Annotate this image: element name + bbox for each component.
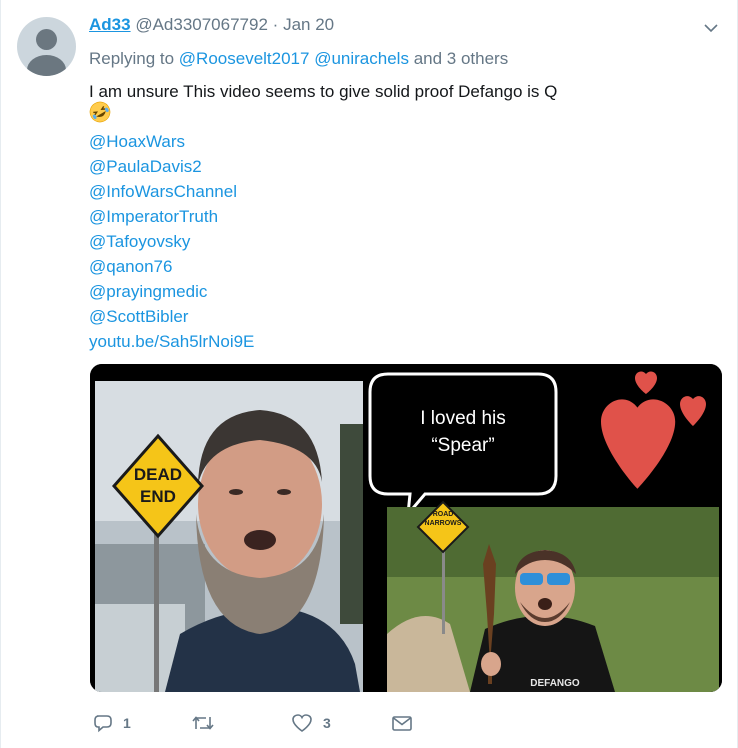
mention-link[interactable]: @Tafoyovsky: [89, 229, 254, 254]
reply-mention-1[interactable]: @Roosevelt2017: [179, 49, 310, 68]
tweet-actions: 1 3: [89, 708, 429, 738]
dead-end-sign-line1: DEAD: [134, 465, 182, 484]
separator-dot: ·: [272, 15, 279, 34]
left-video-frame: [95, 381, 363, 692]
road-narrows-line2: NARROWS: [425, 520, 462, 527]
avatar-default-head: [36, 29, 57, 50]
video-thumbnail-image: DEAD END I loved his “Spear” ROAD NARROW…: [90, 364, 722, 692]
reply-icon: [94, 715, 112, 733]
mention-link[interactable]: @prayingmedic: [89, 279, 254, 304]
retweet-button[interactable]: [191, 708, 225, 738]
avatar-default-body: [27, 55, 66, 76]
video-thumbnail[interactable]: DEAD END I loved his “Spear” ROAD NARROW…: [90, 364, 722, 692]
tweet[interactable]: Ad33 @Ad3307067792 · Jan 20 Replying to …: [0, 0, 738, 748]
mention-link[interactable]: @HoaxWars: [89, 129, 254, 154]
reply-button[interactable]: 1: [93, 708, 131, 738]
speech-bubble-line1: I loved his: [420, 408, 506, 429]
speech-bubble-line2: “Spear”: [431, 435, 494, 456]
handle[interactable]: @Ad3307067792: [135, 15, 268, 34]
like-button[interactable]: 3: [291, 708, 331, 738]
reply-suffix[interactable]: and 3 others: [414, 49, 509, 68]
mention-list: @HoaxWars @PaulaDavis2 @InfoWarsChannel …: [89, 129, 254, 354]
reply-prefix: Replying to: [89, 49, 175, 68]
retweet-icon: [192, 716, 214, 730]
reply-count: 1: [123, 715, 131, 731]
mention-link[interactable]: @InfoWarsChannel: [89, 179, 254, 204]
tweet-date[interactable]: Jan 20: [283, 15, 334, 34]
tweet-text: I am unsure This video seems to give sol…: [89, 82, 558, 101]
display-name[interactable]: Ad33: [89, 15, 131, 34]
like-count: 3: [323, 715, 331, 731]
direct-message-button[interactable]: [391, 708, 413, 738]
youtube-link[interactable]: youtu.be/Sah5lrNoi9E: [89, 329, 254, 354]
envelope-icon: [392, 716, 412, 731]
replying-to: Replying to @Roosevelt2017 @unirachels a…: [89, 49, 508, 69]
mention-link[interactable]: @ImperatorTruth: [89, 204, 254, 229]
right-video-frame: ROAD NARROWS DEFANGO: [387, 500, 719, 692]
road-narrows-line1: ROAD: [433, 511, 454, 518]
reply-mention-2[interactable]: @unirachels: [314, 49, 409, 68]
mention-link[interactable]: @ScottBibler: [89, 304, 254, 329]
speech-bubble: I loved his “Spear”: [368, 372, 558, 519]
avatar[interactable]: [17, 17, 76, 76]
chevron-down-icon[interactable]: [703, 22, 719, 34]
heart-icon: [292, 714, 312, 732]
mention-link[interactable]: @qanon76: [89, 254, 254, 279]
rolling-on-floor-laughing-emoji: [89, 101, 111, 123]
tweet-header: Ad33 @Ad3307067792 · Jan 20: [89, 15, 334, 35]
shirt-text: DEFANGO: [530, 678, 580, 689]
dead-end-sign-line2: END: [140, 487, 176, 506]
mention-link[interactable]: @PaulaDavis2: [89, 154, 254, 179]
